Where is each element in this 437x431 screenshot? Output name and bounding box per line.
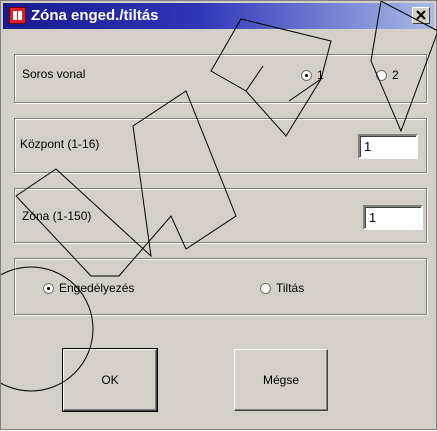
zone-input[interactable] (363, 205, 423, 230)
serial-option-2-label: 2 (392, 68, 399, 82)
serial-option-1-label: 1 (317, 68, 324, 82)
serial-radio-2[interactable]: 2 (376, 68, 399, 82)
dialog-window: Zóna enged./tiltás Soros vonal 1 2 Közpo… (0, 0, 437, 430)
ok-button[interactable]: OK (62, 348, 158, 412)
radio-unselected-icon (376, 69, 387, 81)
window-title: Zóna enged./tiltás (31, 7, 159, 24)
mode-enable-label: Engedélyezés (59, 281, 135, 295)
close-icon (416, 10, 426, 20)
serial-line-label: Soros vonal (22, 67, 86, 81)
zone-label: Zóna (1-150) (22, 209, 92, 223)
center-input[interactable] (358, 134, 418, 159)
mode-group: Engedélyezés Tiltás (14, 258, 427, 315)
mode-radio-disable[interactable]: Tiltás (260, 281, 304, 295)
cancel-button[interactable]: Mégse (234, 349, 328, 411)
close-button[interactable] (412, 7, 430, 24)
center-group: Központ (1-16) (14, 118, 427, 173)
radio-unselected-icon (260, 282, 271, 294)
mode-disable-label: Tiltás (276, 281, 305, 295)
radio-selected-icon (43, 282, 54, 294)
serial-radio-1[interactable]: 1 (301, 68, 324, 82)
mode-radio-enable[interactable]: Engedélyezés (43, 281, 134, 295)
app-icon (9, 7, 26, 24)
serial-line-group: Soros vonal 1 2 (14, 54, 427, 103)
title-bar[interactable]: Zóna enged./tiltás (3, 3, 434, 29)
zone-group: Zóna (1-150) (14, 188, 427, 243)
center-label: Központ (1-16) (20, 137, 100, 151)
radio-selected-icon (301, 69, 312, 81)
